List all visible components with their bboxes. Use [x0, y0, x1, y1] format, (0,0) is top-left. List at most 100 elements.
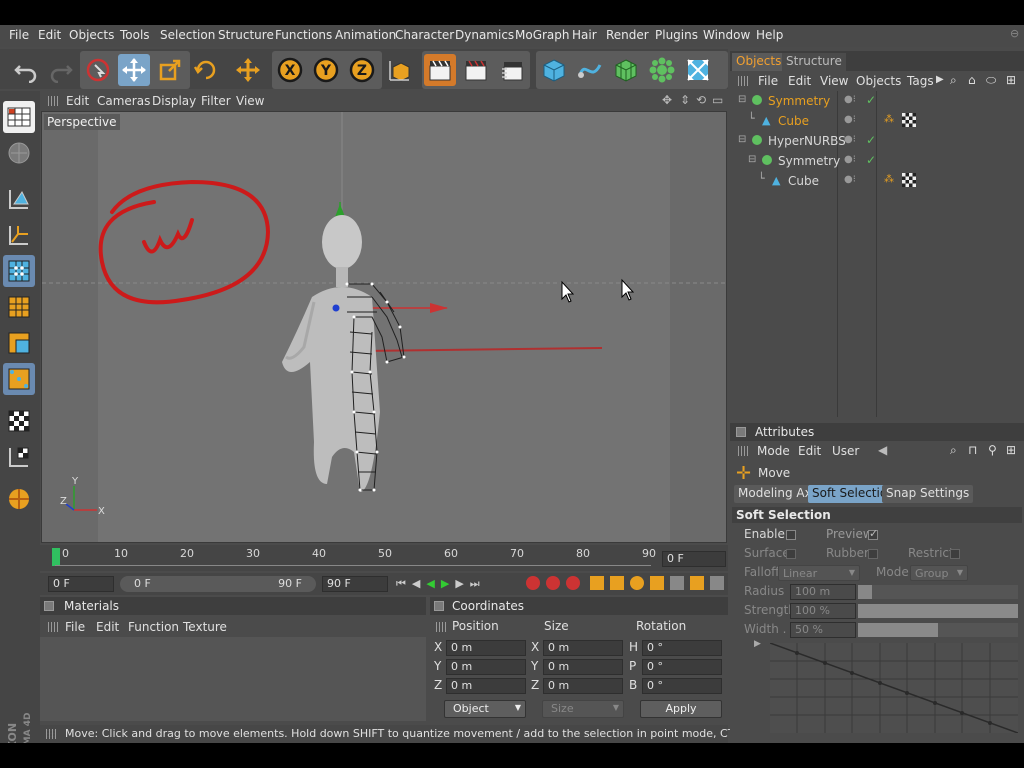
render-view-icon[interactable]	[424, 54, 456, 86]
key-scale-icon[interactable]	[610, 576, 624, 590]
rubber-checkbox[interactable]	[868, 549, 878, 559]
current-frame-field[interactable]: 0 F	[662, 551, 726, 567]
radius-slider[interactable]	[858, 585, 1018, 599]
visibility-dots-icon[interactable]: ●⁝	[844, 94, 856, 105]
width-field[interactable]: 50 %	[790, 622, 856, 638]
world-coords-icon[interactable]	[384, 54, 416, 86]
new-panel-icon[interactable]: ⊞	[1006, 443, 1016, 457]
live-select-icon[interactable]	[82, 54, 114, 86]
vp-maximize-icon[interactable]: ▭	[712, 93, 723, 107]
record-icon[interactable]	[526, 576, 540, 590]
phong-tag-icon[interactable]: ⁂	[884, 114, 894, 125]
keyframe-selection-icon[interactable]	[566, 576, 580, 590]
texture-tag-icon[interactable]	[902, 113, 916, 127]
menu-mograph[interactable]: MoGraph	[515, 28, 570, 42]
y-axis-icon[interactable]: Y	[310, 54, 342, 86]
polygons-mode-icon[interactable]	[3, 327, 35, 359]
viewport-perspective[interactable]: Y X Z Perspective	[41, 111, 727, 543]
attr-menu-user[interactable]: User	[832, 444, 859, 458]
collapse-icon[interactable]: ⊖	[1010, 27, 1019, 40]
object-axis-icon[interactable]	[3, 183, 35, 215]
menu-functions[interactable]: Functions	[275, 28, 332, 42]
toolbar-overflow[interactable]	[718, 54, 728, 86]
sculpt-icon[interactable]	[3, 483, 35, 515]
tab-snap-settings[interactable]: Snap Settings	[882, 485, 974, 503]
timeline-playhead[interactable]	[52, 548, 60, 566]
rotation-h-field[interactable]: 0 °	[642, 640, 722, 656]
menu-file[interactable]: File	[9, 28, 29, 42]
mat-menu-function[interactable]: Function	[128, 620, 179, 634]
menu-character[interactable]: Character	[395, 28, 454, 42]
layout-icon[interactable]	[3, 101, 35, 133]
scale-icon[interactable]	[154, 54, 186, 86]
move-tool-icon[interactable]	[232, 54, 264, 86]
lock-icon[interactable]: ⊓	[968, 443, 977, 457]
vp-move-icon[interactable]: ✥	[662, 93, 672, 107]
phong-tag-icon[interactable]: ⁂	[884, 174, 894, 185]
points-mode-icon[interactable]	[3, 255, 35, 287]
link-icon[interactable]: ⬭	[986, 73, 996, 88]
materials-handle-icon[interactable]	[48, 622, 58, 632]
render-picture-viewer-icon[interactable]	[460, 54, 492, 86]
texture-axis-icon[interactable]	[3, 219, 35, 251]
attributes-toggle[interactable]	[736, 427, 746, 437]
obj-menu-edit[interactable]: Edit	[788, 74, 811, 88]
vp-rotate-icon[interactable]: ⟲	[696, 93, 706, 107]
search-icon[interactable]: ⌕	[950, 73, 957, 88]
coord-mode-select[interactable]: Object ▼	[444, 700, 526, 718]
enabled-check-icon[interactable]: ✓	[866, 153, 876, 167]
spline-icon[interactable]	[574, 54, 606, 86]
tree-row-cube[interactable]: └ ▲ Cube ●⁝ ⁂	[734, 111, 1020, 131]
materials-toggle[interactable]	[44, 601, 54, 611]
vp-zoom-icon[interactable]: ⇕	[680, 93, 690, 107]
menu-more-icon[interactable]: ▶	[936, 74, 944, 85]
move-icon[interactable]	[118, 54, 150, 86]
mat-menu-file[interactable]: File	[65, 620, 85, 634]
width-slider[interactable]	[858, 623, 1018, 637]
array-icon[interactable]	[646, 54, 678, 86]
key-param-icon[interactable]	[650, 576, 664, 590]
visibility-dots-icon[interactable]: ●⁝	[844, 154, 856, 165]
restrict-checkbox[interactable]	[950, 549, 960, 559]
obj-menu-objects[interactable]: Objects	[856, 74, 901, 88]
back-arrow-icon[interactable]: ◀	[878, 443, 887, 457]
z-axis-icon[interactable]: Z	[346, 54, 378, 86]
menu-structure[interactable]: Structure	[218, 28, 274, 42]
attributes-handle-icon[interactable]	[738, 446, 748, 456]
enabled-check-icon[interactable]: ✓	[866, 133, 876, 147]
apply-button[interactable]: Apply	[640, 700, 722, 718]
strength-field[interactable]: 100 %	[790, 603, 856, 619]
vp-menu-display[interactable]: Display	[152, 94, 196, 108]
pin-icon[interactable]: ⚲	[988, 443, 997, 457]
attr-menu-edit[interactable]: Edit	[798, 444, 821, 458]
prev-key-icon[interactable]: ◀	[412, 577, 426, 590]
tab-structure[interactable]: Structure	[782, 53, 846, 71]
key-pla-icon[interactable]	[670, 576, 684, 590]
tweak-mode-icon[interactable]	[3, 363, 35, 395]
key-more-icon[interactable]	[710, 576, 724, 590]
menu-objects[interactable]: Objects	[69, 28, 114, 42]
vp-menu-view[interactable]: View	[236, 94, 264, 108]
position-z-field[interactable]: 0 m	[446, 678, 526, 694]
menu-tools[interactable]: Tools	[120, 28, 150, 42]
visibility-dots-icon[interactable]: ●⁝	[844, 134, 856, 145]
go-end-icon[interactable]: ⏭	[470, 577, 486, 590]
obj-menu-view[interactable]: View	[820, 74, 848, 88]
rotation-b-field[interactable]: 0 °	[642, 678, 722, 694]
position-y-field[interactable]: 0 m	[446, 659, 526, 675]
menu-animation[interactable]: Animation	[335, 28, 396, 42]
deformer-icon[interactable]	[682, 54, 714, 86]
vp-menu-edit[interactable]: Edit	[66, 94, 89, 108]
vp-menu-cameras[interactable]: Cameras	[97, 94, 150, 108]
edges-mode-icon[interactable]	[3, 291, 35, 323]
surface-checkbox[interactable]	[786, 549, 796, 559]
tree-row-hypernurbs[interactable]: ⊟ HyperNURBS ●⁝ ✓	[734, 131, 1020, 151]
undo-icon[interactable]	[10, 54, 42, 86]
size-z-field[interactable]: 0 m	[543, 678, 623, 694]
play-reverse-icon[interactable]: ◀	[426, 577, 440, 590]
falloff-curve-graph[interactable]	[769, 642, 1019, 734]
visibility-dots-icon[interactable]: ●⁝	[844, 114, 856, 125]
key-point-icon[interactable]	[690, 576, 704, 590]
obj-menu-tags[interactable]: Tags	[907, 74, 934, 88]
menu-dynamics[interactable]: Dynamics	[455, 28, 514, 42]
